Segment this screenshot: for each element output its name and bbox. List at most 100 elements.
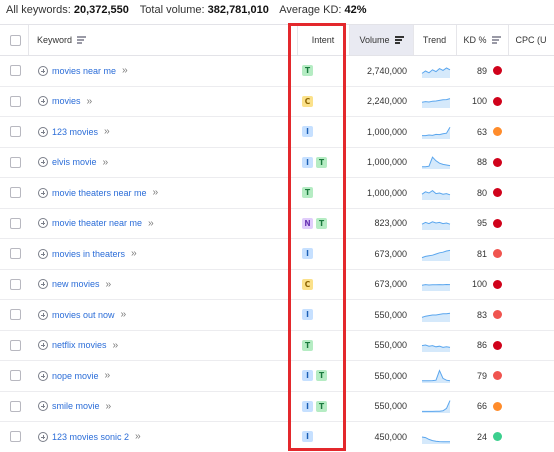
chevron-right-icon[interactable]: ››: [104, 126, 110, 137]
row-checkbox-cell[interactable]: [10, 148, 21, 178]
add-keyword-icon[interactable]: [38, 431, 48, 442]
table-row[interactable]: elvis movie ›› IT 1,000,000 88: [0, 147, 554, 178]
keyword-link[interactable]: nope movie: [52, 371, 99, 381]
chevron-right-icon[interactable]: ››: [106, 279, 112, 290]
kd-column-header[interactable]: KD %: [456, 25, 508, 55]
chevron-right-icon[interactable]: ››: [103, 157, 109, 168]
summary-bar: All keywords: 20,372,550 Total volume: 3…: [0, 0, 554, 22]
add-keyword-icon[interactable]: [38, 218, 48, 229]
row-checkbox[interactable]: [10, 126, 21, 138]
table-row[interactable]: nope movie ›› IT 550,000 79: [0, 361, 554, 392]
table-row[interactable]: movies near me ›› T 2,740,000 89: [0, 56, 554, 87]
select-all-checkbox[interactable]: [10, 34, 21, 46]
keyword-link[interactable]: new movies: [52, 279, 100, 289]
table-row[interactable]: 123 movies sonic 2 ›› I 450,000 24: [0, 422, 554, 452]
row-checkbox[interactable]: [10, 156, 21, 168]
keyword-link[interactable]: movies near me: [52, 66, 116, 76]
add-keyword-icon[interactable]: [38, 248, 48, 259]
row-checkbox-cell[interactable]: [10, 270, 21, 300]
sort-icon[interactable]: [491, 36, 501, 44]
add-keyword-icon[interactable]: [38, 279, 48, 290]
select-all-cell[interactable]: [10, 25, 21, 55]
row-checkbox[interactable]: [10, 309, 21, 321]
add-keyword-icon[interactable]: [38, 157, 48, 168]
chevron-right-icon[interactable]: ››: [121, 309, 127, 320]
kd-difficulty-dot: [493, 188, 502, 198]
add-keyword-icon[interactable]: [38, 401, 48, 412]
chevron-right-icon[interactable]: ››: [87, 96, 93, 107]
row-checkbox[interactable]: [10, 431, 21, 443]
table-row[interactable]: movie theaters near me ›› T 1,000,000 80: [0, 178, 554, 209]
keyword-link[interactable]: movies out now: [52, 310, 115, 320]
row-checkbox[interactable]: [10, 95, 21, 107]
table-row[interactable]: smile movie ›› IT 550,000 66: [0, 391, 554, 422]
table-row[interactable]: movies out now ›› I 550,000 83: [0, 300, 554, 331]
row-checkbox-cell[interactable]: [10, 87, 21, 117]
keyword-link[interactable]: smile movie: [52, 401, 100, 411]
keyword-cell: movies in theaters ››: [38, 239, 137, 269]
add-keyword-icon[interactable]: [38, 309, 48, 320]
row-checkbox-cell[interactable]: [10, 392, 21, 422]
keyword-link[interactable]: movies in theaters: [52, 249, 125, 259]
row-checkbox-cell[interactable]: [10, 209, 21, 239]
row-checkbox-cell[interactable]: [10, 117, 21, 147]
kd-indicator-cell: [487, 239, 502, 269]
keyword-link[interactable]: 123 movies sonic 2: [52, 432, 129, 442]
keyword-link[interactable]: movie theater near me: [52, 218, 142, 228]
volume-column-header[interactable]: Volume: [350, 25, 413, 55]
keyword-column-header[interactable]: Keyword: [37, 25, 87, 55]
row-checkbox[interactable]: [10, 370, 21, 382]
row-checkbox-cell[interactable]: [10, 178, 21, 208]
row-checkbox-cell[interactable]: [10, 331, 21, 361]
table-row[interactable]: movies ›› C 2,240,000 100: [0, 86, 554, 117]
row-checkbox[interactable]: [10, 400, 21, 412]
chevron-right-icon[interactable]: ››: [148, 218, 154, 229]
row-checkbox[interactable]: [10, 339, 21, 351]
cpc-column-header[interactable]: CPC (U: [508, 25, 554, 55]
intent-column-header[interactable]: Intent: [297, 25, 349, 55]
keyword-link[interactable]: 123 movies: [52, 127, 98, 137]
row-checkbox[interactable]: [10, 278, 21, 290]
row-checkbox[interactable]: [10, 217, 21, 229]
kd-value-cell: 86: [456, 331, 487, 361]
row-checkbox[interactable]: [10, 187, 21, 199]
chevron-right-icon[interactable]: ››: [105, 370, 111, 381]
chevron-right-icon[interactable]: ››: [153, 187, 159, 198]
add-keyword-icon[interactable]: [38, 96, 48, 107]
row-checkbox-cell[interactable]: [10, 300, 21, 330]
keyword-link[interactable]: netflix movies: [52, 340, 107, 350]
table-row[interactable]: 123 movies ›› I 1,000,000 63: [0, 117, 554, 148]
add-keyword-icon[interactable]: [38, 187, 48, 198]
add-keyword-icon[interactable]: [38, 370, 48, 381]
row-checkbox-cell[interactable]: [10, 239, 21, 269]
row-checkbox[interactable]: [10, 248, 21, 260]
table-row[interactable]: new movies ›› C 673,000 100: [0, 269, 554, 300]
keyword-link[interactable]: elvis movie: [52, 157, 97, 167]
keyword-link[interactable]: movie theaters near me: [52, 188, 147, 198]
table-row[interactable]: movies in theaters ›› I 673,000 81: [0, 239, 554, 270]
kd-value-cell: 81: [456, 239, 487, 269]
kd-value-cell: 100: [456, 270, 487, 300]
trend-cell: [420, 239, 452, 269]
row-checkbox-cell[interactable]: [10, 422, 21, 452]
add-keyword-icon[interactable]: [38, 126, 48, 137]
row-checkbox-cell[interactable]: [10, 361, 21, 391]
chevron-right-icon[interactable]: ››: [113, 340, 119, 351]
kd-value: 81: [476, 248, 487, 259]
sort-descending-icon[interactable]: [394, 36, 404, 44]
kd-difficulty-dot: [493, 310, 502, 320]
table-row[interactable]: movie theater near me ›› NT 823,000 95: [0, 208, 554, 239]
row-checkbox-cell[interactable]: [10, 56, 21, 86]
chevron-right-icon[interactable]: ››: [122, 65, 128, 76]
chevron-right-icon[interactable]: ››: [106, 401, 112, 412]
add-keyword-icon[interactable]: [38, 340, 48, 351]
chevron-right-icon[interactable]: ››: [131, 248, 137, 259]
add-keyword-icon[interactable]: [38, 65, 48, 76]
row-checkbox[interactable]: [10, 65, 21, 77]
trend-column-header[interactable]: Trend: [413, 25, 456, 55]
chevron-right-icon[interactable]: ››: [135, 431, 141, 442]
table-row[interactable]: netflix movies ›› T 550,000 86: [0, 330, 554, 361]
sort-icon[interactable]: [77, 36, 87, 44]
keyword-link[interactable]: movies: [52, 96, 81, 106]
volume-value: 2,740,000: [366, 65, 407, 76]
